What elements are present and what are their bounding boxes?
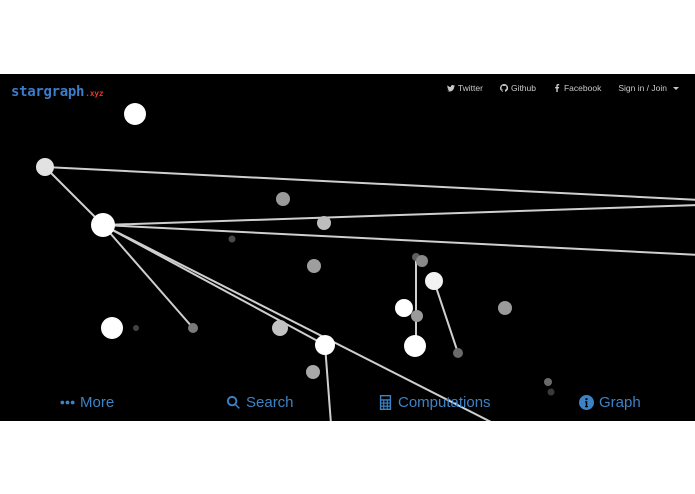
graph-node[interactable] xyxy=(307,259,321,273)
facebook-icon xyxy=(555,84,560,92)
brand-tld: .xyz xyxy=(85,89,104,98)
computations-label: Computations xyxy=(398,394,491,411)
signin-menu[interactable]: Sign in / Join xyxy=(618,83,679,93)
github-label: Github xyxy=(510,83,536,93)
graph-node[interactable] xyxy=(91,213,115,237)
graph-node[interactable] xyxy=(411,310,423,322)
top-nav: Twitter Github Facebook Sign in / Join xyxy=(446,83,679,93)
computations-button[interactable]: Computations xyxy=(378,394,491,411)
brand-name: stargraph xyxy=(11,84,85,100)
twitter-link[interactable]: Twitter xyxy=(446,83,483,93)
caret-down-icon xyxy=(673,86,679,90)
github-icon xyxy=(499,84,508,92)
graph-edge xyxy=(102,224,194,329)
search-icon xyxy=(226,395,240,409)
graph-node[interactable] xyxy=(228,235,236,243)
graph-node[interactable] xyxy=(133,325,139,331)
graph-label: Graph xyxy=(599,394,641,411)
facebook-link[interactable]: Facebook xyxy=(553,83,601,93)
graph-node[interactable] xyxy=(101,317,123,339)
graph-node[interactable] xyxy=(404,335,426,357)
graph-node[interactable] xyxy=(544,378,552,386)
more-label: More xyxy=(80,394,115,411)
twitter-label: Twitter xyxy=(457,83,483,93)
graph-node[interactable] xyxy=(188,323,198,333)
twitter-icon xyxy=(446,85,455,92)
graph-node[interactable] xyxy=(272,320,288,336)
app-viewport: stargraph.xyz Twitter Github Facebook Si… xyxy=(0,74,695,421)
graph-edge xyxy=(102,224,695,256)
graph-node[interactable] xyxy=(453,348,463,358)
graph-node[interactable] xyxy=(315,335,335,355)
graph-node[interactable] xyxy=(306,365,320,379)
graph-edge xyxy=(44,166,104,226)
graph-edge xyxy=(44,166,695,201)
signin-label: Sign in / Join xyxy=(618,83,667,93)
calculator-icon xyxy=(379,395,392,410)
graph-node[interactable] xyxy=(425,272,443,290)
graph-node[interactable] xyxy=(124,103,146,125)
graph-node[interactable] xyxy=(498,301,512,315)
github-link[interactable]: Github xyxy=(499,83,536,93)
brand-logo[interactable]: stargraph.xyz xyxy=(11,84,104,100)
search-button[interactable]: Search xyxy=(226,394,294,411)
graph-edge xyxy=(102,204,695,226)
ellipsis-icon xyxy=(60,400,75,405)
graph-node[interactable] xyxy=(416,255,428,267)
graph-edges xyxy=(44,166,695,421)
facebook-label: Facebook xyxy=(563,83,602,93)
graph-edge xyxy=(102,224,492,421)
graph-node[interactable] xyxy=(317,216,331,230)
star-graph[interactable] xyxy=(0,74,695,421)
more-button[interactable]: More xyxy=(60,394,114,411)
bottom-nav: More Search Computations Graph xyxy=(0,394,695,418)
graph-node[interactable] xyxy=(395,299,413,317)
graph-node[interactable] xyxy=(276,192,290,206)
graph-nodes xyxy=(36,103,555,396)
graph-button[interactable]: Graph xyxy=(579,394,641,411)
info-circle-icon xyxy=(579,395,594,410)
graph-edge xyxy=(433,280,459,354)
graph-node[interactable] xyxy=(36,158,54,176)
search-label: Search xyxy=(246,394,294,411)
